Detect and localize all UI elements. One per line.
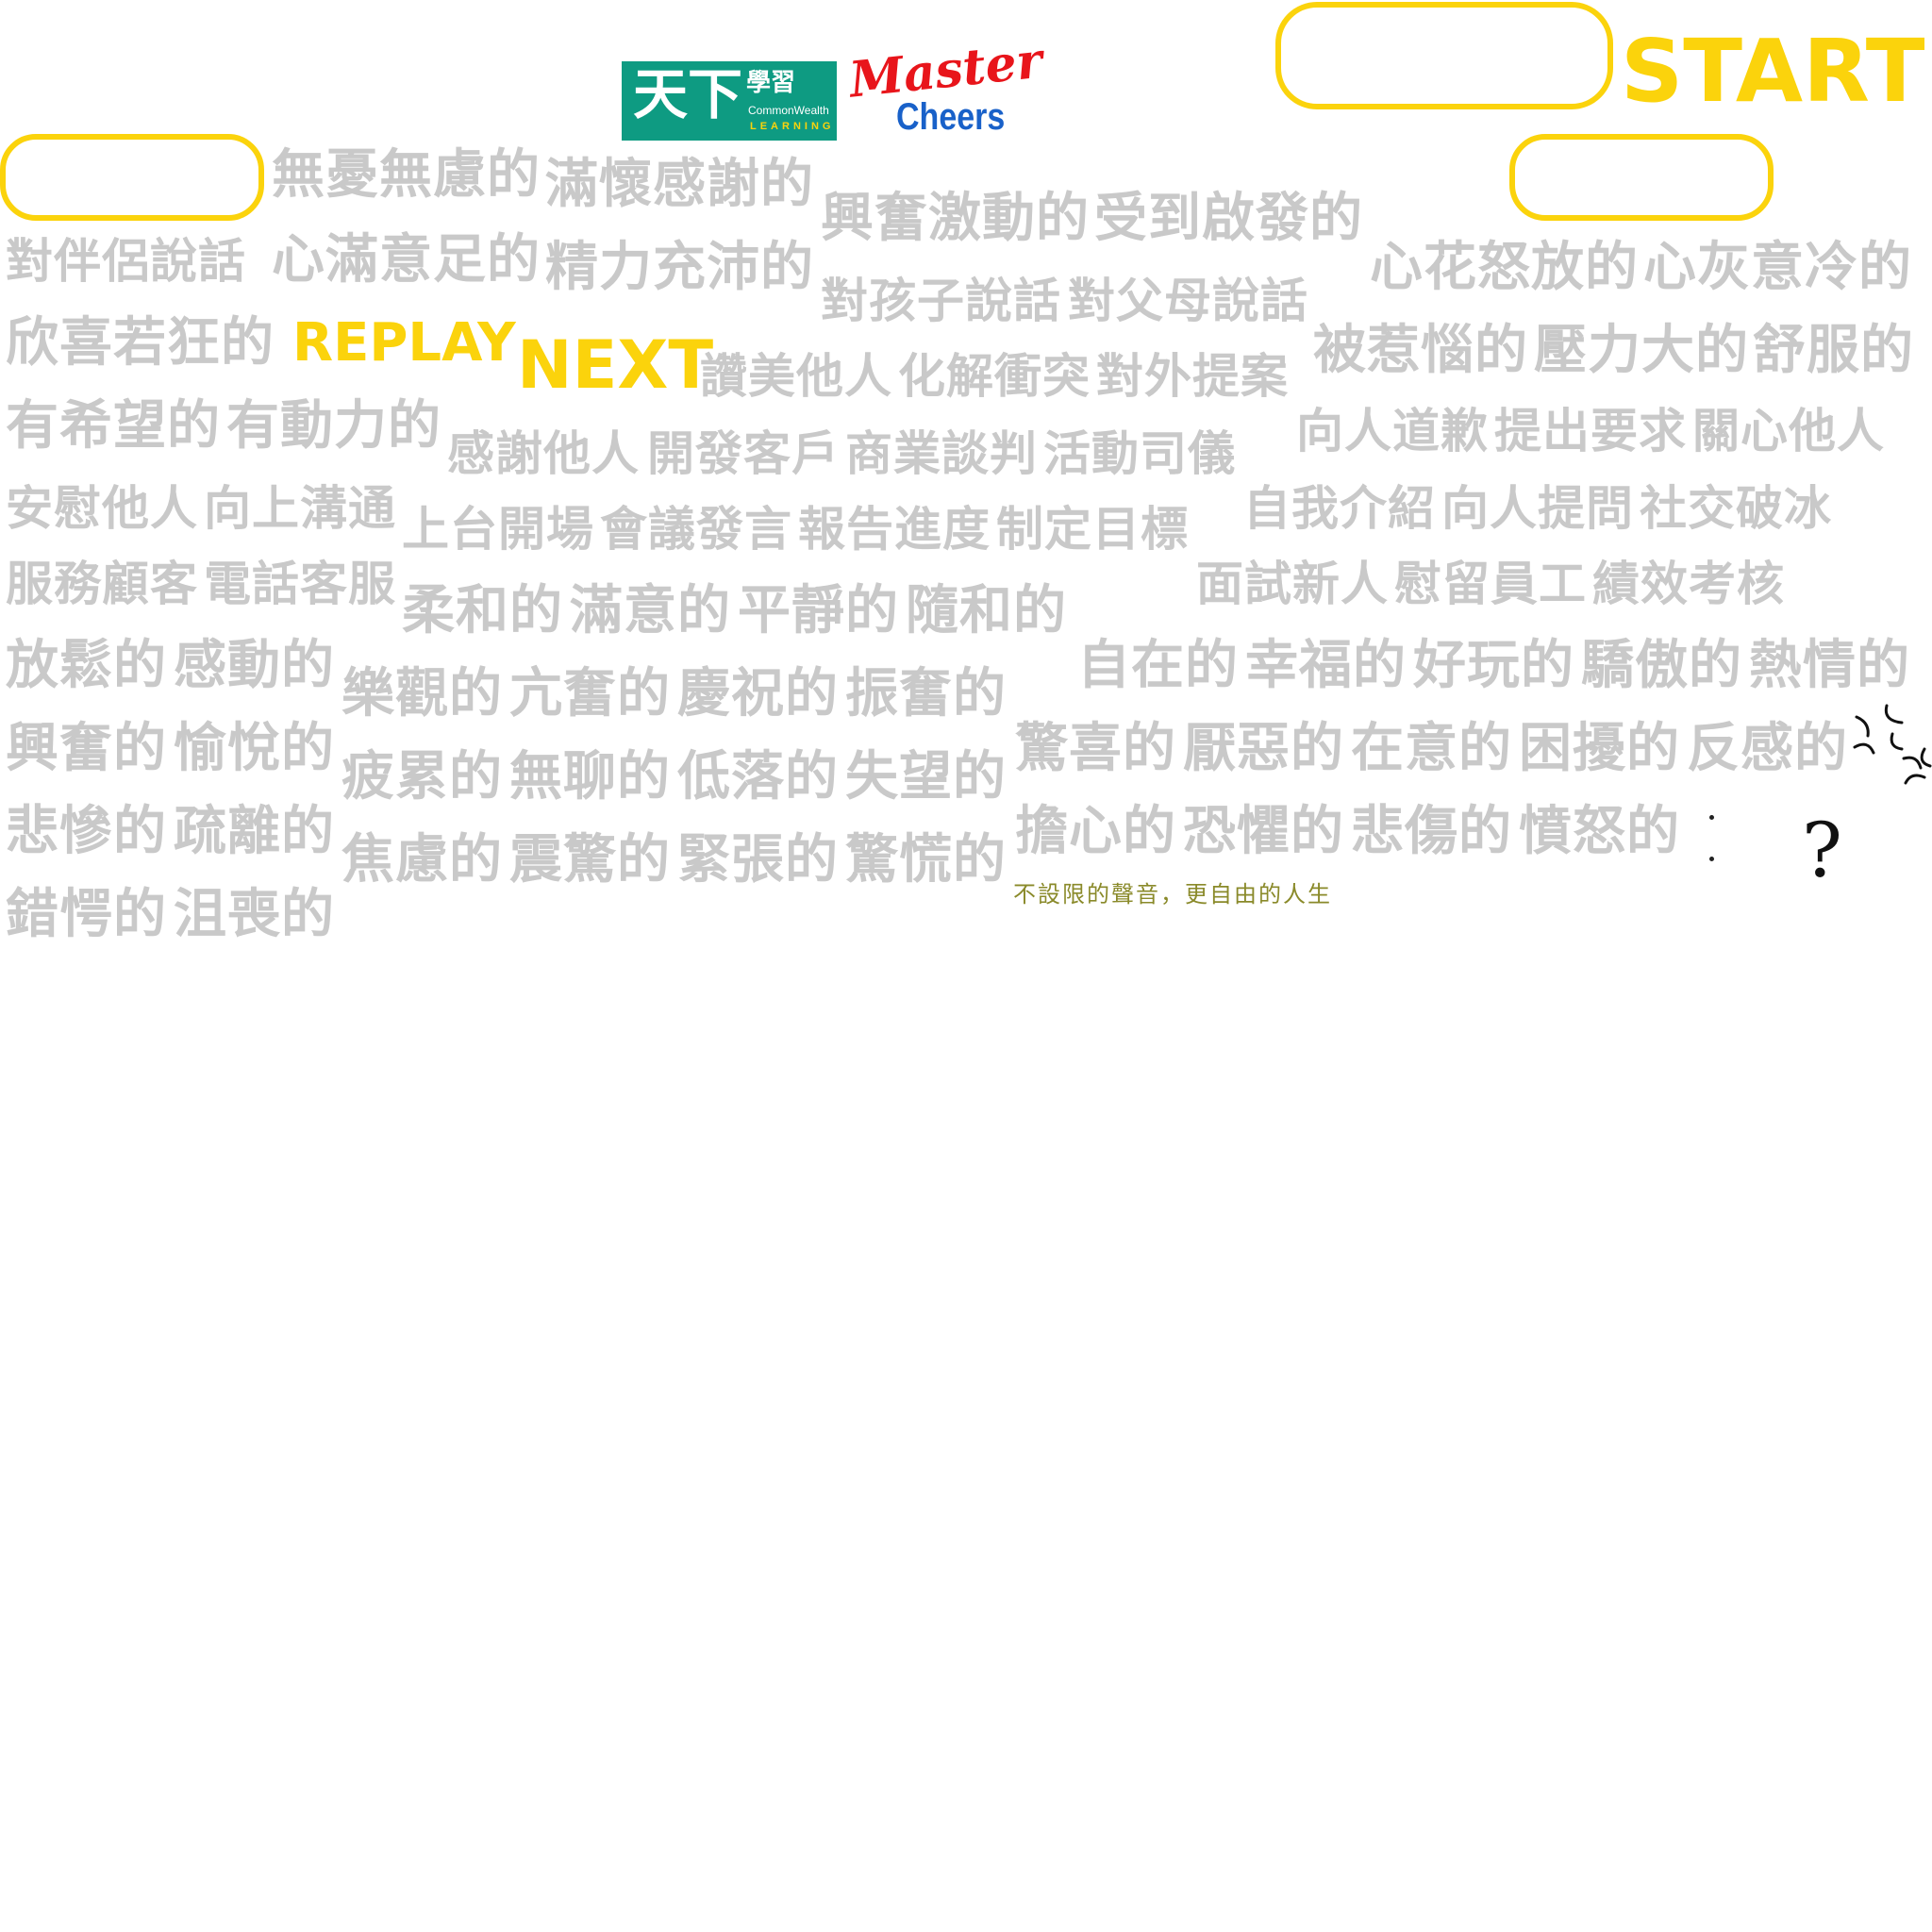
word-item[interactable]: 心滿意足的 <box>272 234 541 287</box>
word-item[interactable]: 有動力的 <box>226 400 441 453</box>
word-item[interactable]: 隨和的 <box>906 585 1067 638</box>
word-item[interactable]: 疲累的 <box>341 751 503 804</box>
word-item[interactable]: 悲傷的 <box>1351 806 1512 858</box>
word-item[interactable]: 讚美他人 <box>700 353 892 400</box>
word-item[interactable]: 向上溝通 <box>204 485 396 532</box>
word-item[interactable]: 社交破冰 <box>1640 485 1832 532</box>
word-item[interactable]: 無聊的 <box>509 751 671 804</box>
word-item[interactable]: 心灰意冷的 <box>1643 242 1912 294</box>
word-item[interactable]: 報告進度 <box>798 506 991 553</box>
word-item[interactable]: 滿意的 <box>570 585 731 638</box>
empty-pill-button-top[interactable] <box>1275 2 1613 109</box>
word-item[interactable]: 制定目標 <box>996 506 1189 553</box>
word-item[interactable]: 感謝他人 <box>447 430 640 477</box>
word-item[interactable]: 開發客戶 <box>647 430 840 477</box>
word-item[interactable]: 振奮的 <box>845 668 1007 721</box>
word-item[interactable]: 績效考核 <box>1592 560 1785 608</box>
word-item[interactable]: 厭惡的 <box>1183 723 1344 775</box>
word-item[interactable]: 疏離的 <box>174 806 335 858</box>
word-item[interactable]: 樂觀的 <box>341 668 503 721</box>
word-item[interactable]: 精力充沛的 <box>545 242 814 294</box>
word-item[interactable]: 緊張的 <box>677 834 839 887</box>
empty-pill-button-right[interactable] <box>1509 134 1774 221</box>
word-item[interactable]: 壓力大的 <box>1534 325 1749 377</box>
word-item[interactable]: 滿懷感謝的 <box>545 158 814 211</box>
word-item[interactable]: 對父母說話 <box>1068 277 1308 325</box>
word-item[interactable]: 關心他人 <box>1692 408 1885 455</box>
start-button[interactable]: START <box>1621 28 1925 115</box>
word-item[interactable]: 感動的 <box>174 640 335 692</box>
word-item[interactable]: 好玩的 <box>1413 640 1574 692</box>
word-item[interactable]: 受到啟發的 <box>1094 192 1363 245</box>
next-button[interactable]: NEXT <box>517 332 713 398</box>
word-item[interactable]: 服務顧客 <box>6 560 198 608</box>
word-item[interactable]: 向人道歉 <box>1296 408 1489 455</box>
word-item[interactable]: 震驚的 <box>509 834 671 887</box>
word-item[interactable]: 自在的 <box>1077 640 1239 692</box>
word-item[interactable]: 被惹惱的 <box>1313 325 1528 377</box>
word-item[interactable]: 低落的 <box>677 751 839 804</box>
master-cheers-logo-cheers: Cheers <box>896 96 1006 138</box>
word-item[interactable]: 自我介紹 <box>1243 485 1436 532</box>
word-item[interactable]: 向人提問 <box>1441 485 1634 532</box>
logo-english-text: CommonWealth <box>748 104 829 117</box>
word-item[interactable]: 擔心的 <box>1015 806 1176 858</box>
word-item[interactable]: 舒服的 <box>1753 325 1914 377</box>
word-item[interactable]: 有希望的 <box>6 400 221 453</box>
anger-vein-icon <box>1853 704 1932 785</box>
word-item[interactable]: 無憂無慮的 <box>272 149 541 202</box>
question-mark-icon: ? <box>1802 807 1842 894</box>
word-item[interactable]: 商業談判 <box>845 430 1038 477</box>
logo-xuexi-text: 學習 <box>746 69 796 97</box>
master-cheers-logo-master: Master <box>846 31 1045 109</box>
word-item[interactable]: 熱情的 <box>1749 640 1910 692</box>
word-item[interactable]: 驕傲的 <box>1581 640 1742 692</box>
tagline: 不設限的聲音，更自由的人生 <box>1013 881 1332 908</box>
word-item[interactable]: 興奮的 <box>6 723 167 775</box>
word-item[interactable]: 興奮激動的 <box>821 192 1090 245</box>
word-item[interactable]: 慶祝的 <box>677 668 839 721</box>
logo-chinese-text: 天下 <box>633 62 743 126</box>
logo-learning-text: LEARNING <box>750 121 835 132</box>
word-item[interactable]: 驚慌的 <box>845 834 1007 887</box>
empty-pill-button-left[interactable] <box>0 134 264 221</box>
word-item[interactable]: 亢奮的 <box>509 668 671 721</box>
word-item[interactable]: 反感的 <box>1687 723 1848 775</box>
word-item[interactable]: 上台開場 <box>402 506 594 553</box>
word-item[interactable]: 困擾的 <box>1519 723 1680 775</box>
word-item[interactable]: 心花怒放的 <box>1370 242 1639 294</box>
word-item[interactable]: 對孩子說話 <box>821 277 1061 325</box>
word-item[interactable]: 平靜的 <box>738 585 899 638</box>
word-item[interactable]: 提出要求 <box>1494 408 1687 455</box>
colon-dots-icon <box>1709 811 1715 868</box>
replay-button[interactable]: REPLAY <box>292 317 516 370</box>
word-item[interactable]: 面試新人 <box>1196 560 1389 608</box>
word-item[interactable]: 活動司儀 <box>1043 430 1236 477</box>
word-item[interactable]: 化解衝突 <box>898 353 1091 400</box>
word-item[interactable]: 愉悅的 <box>174 723 335 775</box>
word-item[interactable]: 焦慮的 <box>341 834 503 887</box>
word-item[interactable]: 幸福的 <box>1245 640 1407 692</box>
word-item[interactable]: 欣喜若狂的 <box>6 317 275 370</box>
word-item[interactable]: 柔和的 <box>402 585 563 638</box>
commonwealth-learning-logo: 天下 學習 CommonWealth LEARNING <box>622 61 837 141</box>
word-item[interactable]: 對伴侶說話 <box>6 238 246 285</box>
word-item[interactable]: 會議發言 <box>600 506 792 553</box>
word-item[interactable]: 失望的 <box>845 751 1007 804</box>
word-item[interactable]: 悲慘的 <box>6 806 167 858</box>
word-item[interactable]: 恐懼的 <box>1183 806 1344 858</box>
word-item[interactable]: 在意的 <box>1351 723 1512 775</box>
word-item[interactable]: 電話客服 <box>204 560 396 608</box>
word-item[interactable]: 安慰他人 <box>6 485 198 532</box>
word-item[interactable]: 驚喜的 <box>1015 723 1176 775</box>
word-item[interactable]: 錯愕的 <box>6 889 167 941</box>
word-item[interactable]: 放鬆的 <box>6 640 167 692</box>
word-item[interactable]: 憤怒的 <box>1519 806 1680 858</box>
word-item[interactable]: 對外提案 <box>1096 353 1289 400</box>
word-item[interactable]: 沮喪的 <box>174 889 335 941</box>
word-item[interactable]: 慰留員工 <box>1394 560 1587 608</box>
